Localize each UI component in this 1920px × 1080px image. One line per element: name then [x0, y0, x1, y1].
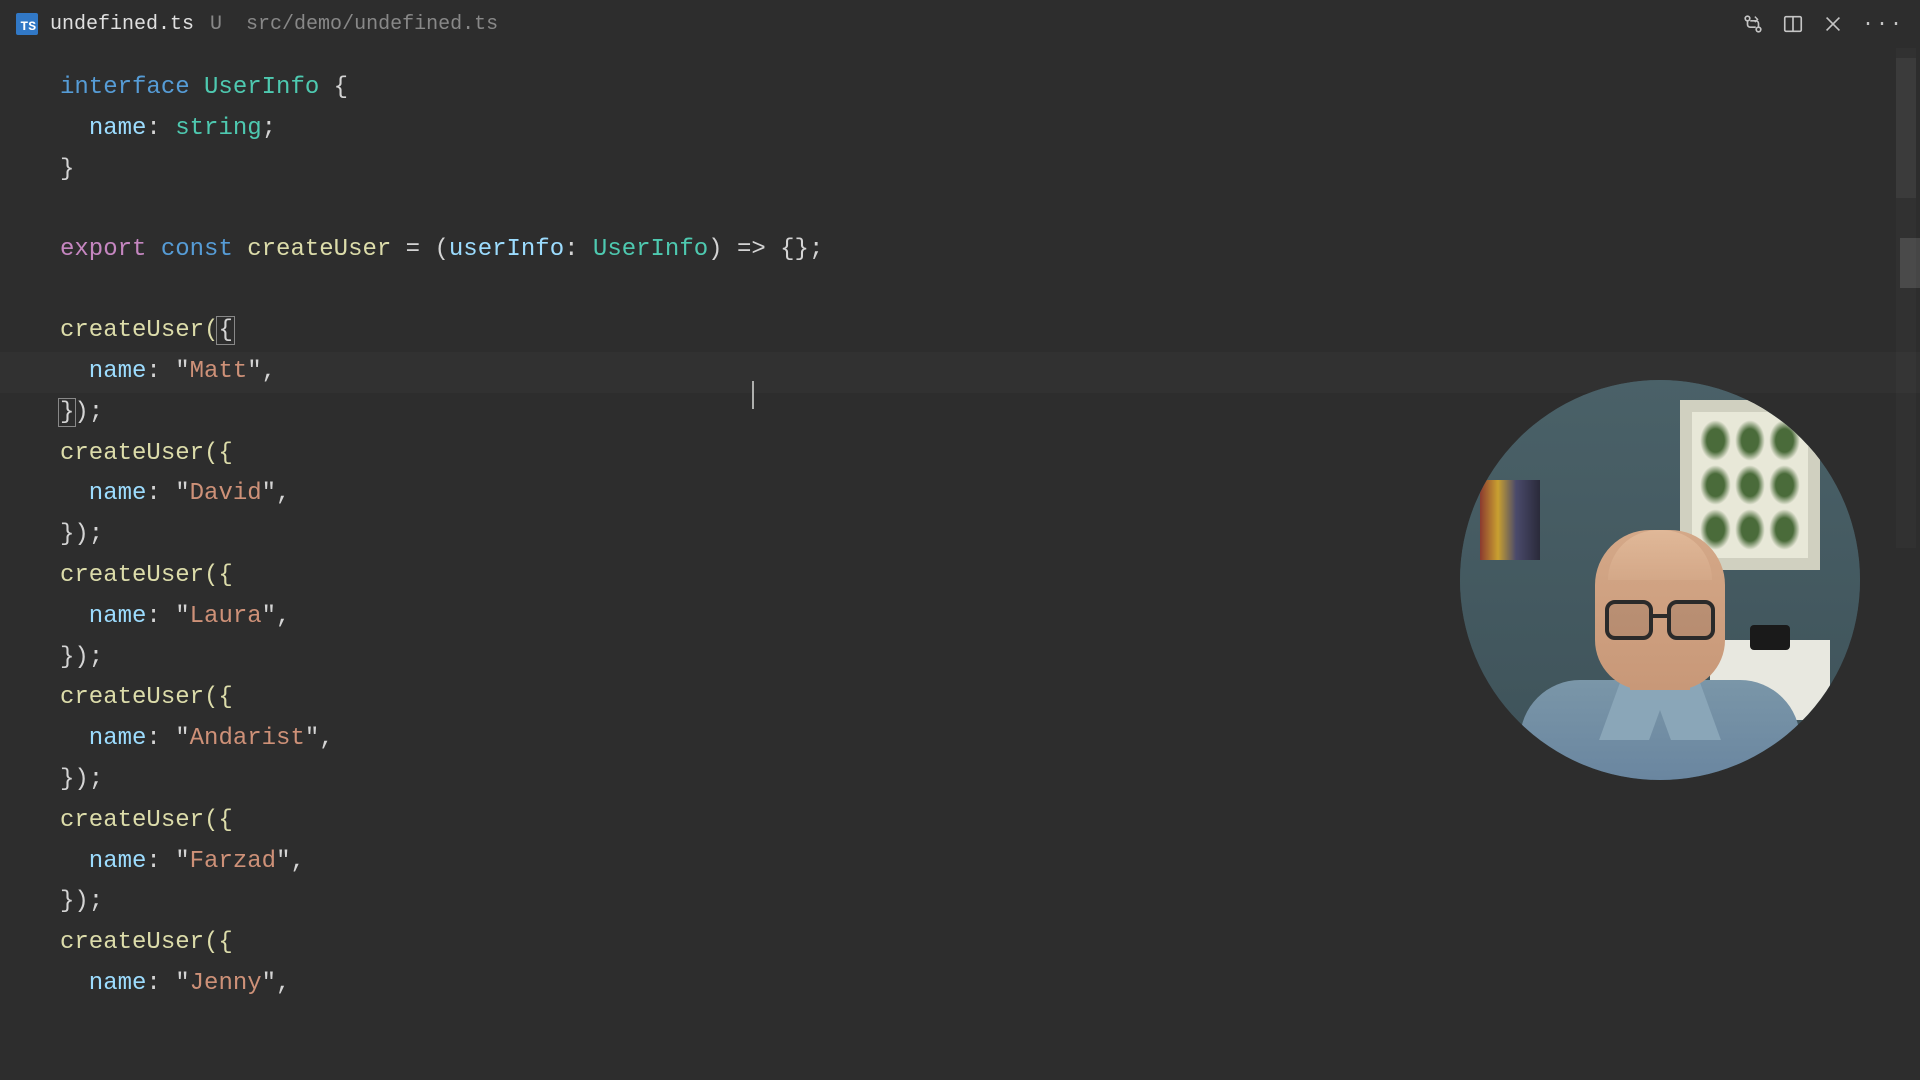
close-tab-icon[interactable] [1822, 13, 1844, 35]
code-line: }); [60, 882, 1860, 923]
code-line: interface UserInfo { [60, 68, 1860, 109]
tab-actions: ··· [1742, 13, 1904, 36]
minimap-viewport[interactable] [1896, 58, 1916, 198]
tab-left-group: TS undefined.ts U src/demo/undefined.ts [16, 13, 498, 36]
code-line: name: "Jenny", [60, 964, 1860, 1005]
split-editor-icon[interactable] [1782, 13, 1804, 35]
code-line: } [60, 150, 1860, 191]
typescript-file-icon: TS [16, 13, 38, 35]
text-cursor [752, 381, 754, 409]
code-line: name: string; [60, 109, 1860, 150]
code-line: name: "Farzad", [60, 842, 1860, 883]
webcam-presenter [1520, 500, 1800, 780]
code-line [60, 190, 1860, 230]
scrollbar-thumb[interactable] [1900, 238, 1920, 288]
webcam-overlay [1460, 380, 1860, 780]
more-actions-icon[interactable]: ··· [1862, 13, 1904, 36]
code-line: createUser({ [60, 801, 1860, 842]
compare-changes-icon[interactable] [1742, 13, 1764, 35]
code-line [60, 271, 1860, 311]
code-line: export const createUser = (userInfo: Use… [60, 230, 1860, 271]
tab-filename[interactable]: undefined.ts [50, 13, 194, 36]
breadcrumb-path[interactable]: src/demo/undefined.ts [246, 13, 498, 36]
code-line: createUser({ [60, 923, 1860, 964]
code-line: createUser({ [60, 311, 1860, 352]
tab-modified-indicator: U [210, 13, 222, 36]
minimap[interactable] [1896, 48, 1916, 548]
tab-bar: TS undefined.ts U src/demo/undefined.ts … [0, 0, 1920, 48]
